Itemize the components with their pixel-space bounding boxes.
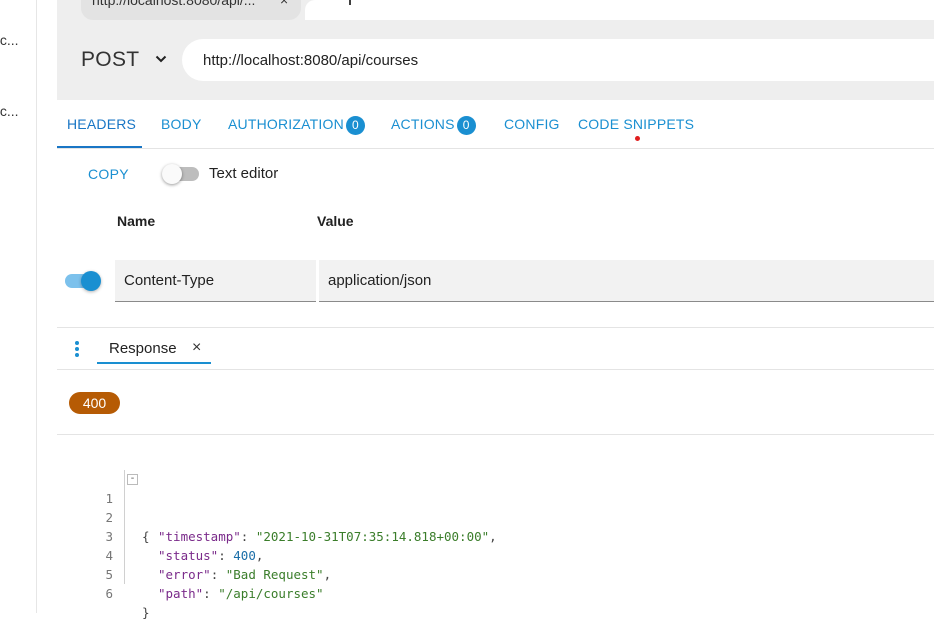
column-header-name: Name (117, 213, 156, 229)
request-tab-title: http://localhost:8080/api/... (92, 0, 256, 8)
history-item[interactable]: fc... (0, 103, 19, 119)
response-tab[interactable]: Response × (97, 335, 211, 364)
active-tab-indicator (57, 146, 142, 148)
history-sidebar: fc... fc... (0, 0, 37, 613)
json-key: "path" (158, 586, 204, 601)
code-line: 4 "error": "Bad Request", (95, 527, 331, 582)
header-value-field[interactable] (319, 260, 934, 302)
json-key: "error" (158, 567, 211, 582)
header-enabled-toggle-knob[interactable] (81, 271, 101, 291)
json-value: "Bad Request" (225, 567, 324, 582)
close-tab-button[interactable]: × (280, 0, 288, 8)
tab-headers[interactable]: HEADERS (67, 116, 136, 132)
response-tab-label: Response (109, 340, 177, 357)
code-line: 3 "status": 400, (95, 508, 263, 563)
tab-label: AUTHORIZATION (228, 116, 344, 132)
fold-toggle-icon[interactable]: - (127, 474, 138, 485)
tabstrip-background (305, 0, 934, 20)
code-line: 6 } (95, 565, 149, 620)
code-token: , (255, 548, 264, 563)
divider (57, 327, 934, 328)
tab-code-snippets[interactable]: CODE SNIPPETS (578, 116, 694, 132)
request-tabs: HEADERS BODY AUTHORIZATION 0 ACTIONS 0 CON… (57, 100, 934, 149)
tab-label: ACTIONS (391, 116, 455, 132)
more-options-icon[interactable] (75, 341, 81, 359)
tab-label: CODE SNIPPETS (578, 116, 695, 132)
code-token: , (489, 529, 497, 544)
code-line: 5 "path": "/api/courses" (95, 546, 323, 601)
url-input[interactable] (182, 39, 934, 81)
json-key: "timestamp" (158, 529, 241, 544)
notification-dot (635, 136, 640, 141)
divider (57, 434, 934, 435)
code-line: 1 - { (95, 470, 149, 545)
count-badge: 0 (345, 116, 365, 135)
header-name-field[interactable] (115, 260, 316, 302)
code-token: { (142, 529, 150, 544)
text-editor-toggle-knob[interactable] (162, 164, 182, 184)
code-token: , (323, 567, 332, 582)
history-item[interactable]: fc... (0, 32, 19, 48)
line-number: 6 (105, 586, 113, 601)
json-value: "/api/courses" (218, 586, 324, 601)
json-value: 400 (233, 548, 256, 563)
response-body-viewer[interactable]: 1 - { 2 "timestamp": "2021-10-31T07:35:1… (95, 470, 497, 620)
tab-label: HEADERS (67, 116, 137, 132)
json-value: "2021-10-31T07:35:14.818+00:00" (255, 529, 490, 544)
tab-body[interactable]: BODY (161, 116, 201, 132)
close-response-button[interactable]: × (192, 339, 201, 357)
tab-label: CONFIG (504, 116, 560, 132)
column-header-value: Value (317, 213, 354, 229)
chevron-down-icon[interactable] (155, 53, 167, 65)
tab-config[interactable]: CONFIG (504, 116, 560, 132)
tab-authorization[interactable]: AUTHORIZATION 0 (228, 116, 365, 135)
tab-actions[interactable]: ACTIONS 0 (391, 116, 476, 135)
method-select[interactable]: POST (81, 48, 139, 72)
divider (57, 369, 934, 370)
tab-label: BODY (161, 116, 202, 132)
new-tab-button[interactable]: + (343, 0, 357, 12)
text-editor-label: Text editor (209, 165, 279, 182)
json-key: "status" (158, 548, 219, 563)
copy-button[interactable]: COPY (88, 166, 129, 182)
status-badge: 400 (69, 392, 120, 414)
code-line: 2 "timestamp": "2021-10-31T07:35:14.818+… (95, 489, 496, 544)
count-badge: 0 (456, 116, 476, 135)
